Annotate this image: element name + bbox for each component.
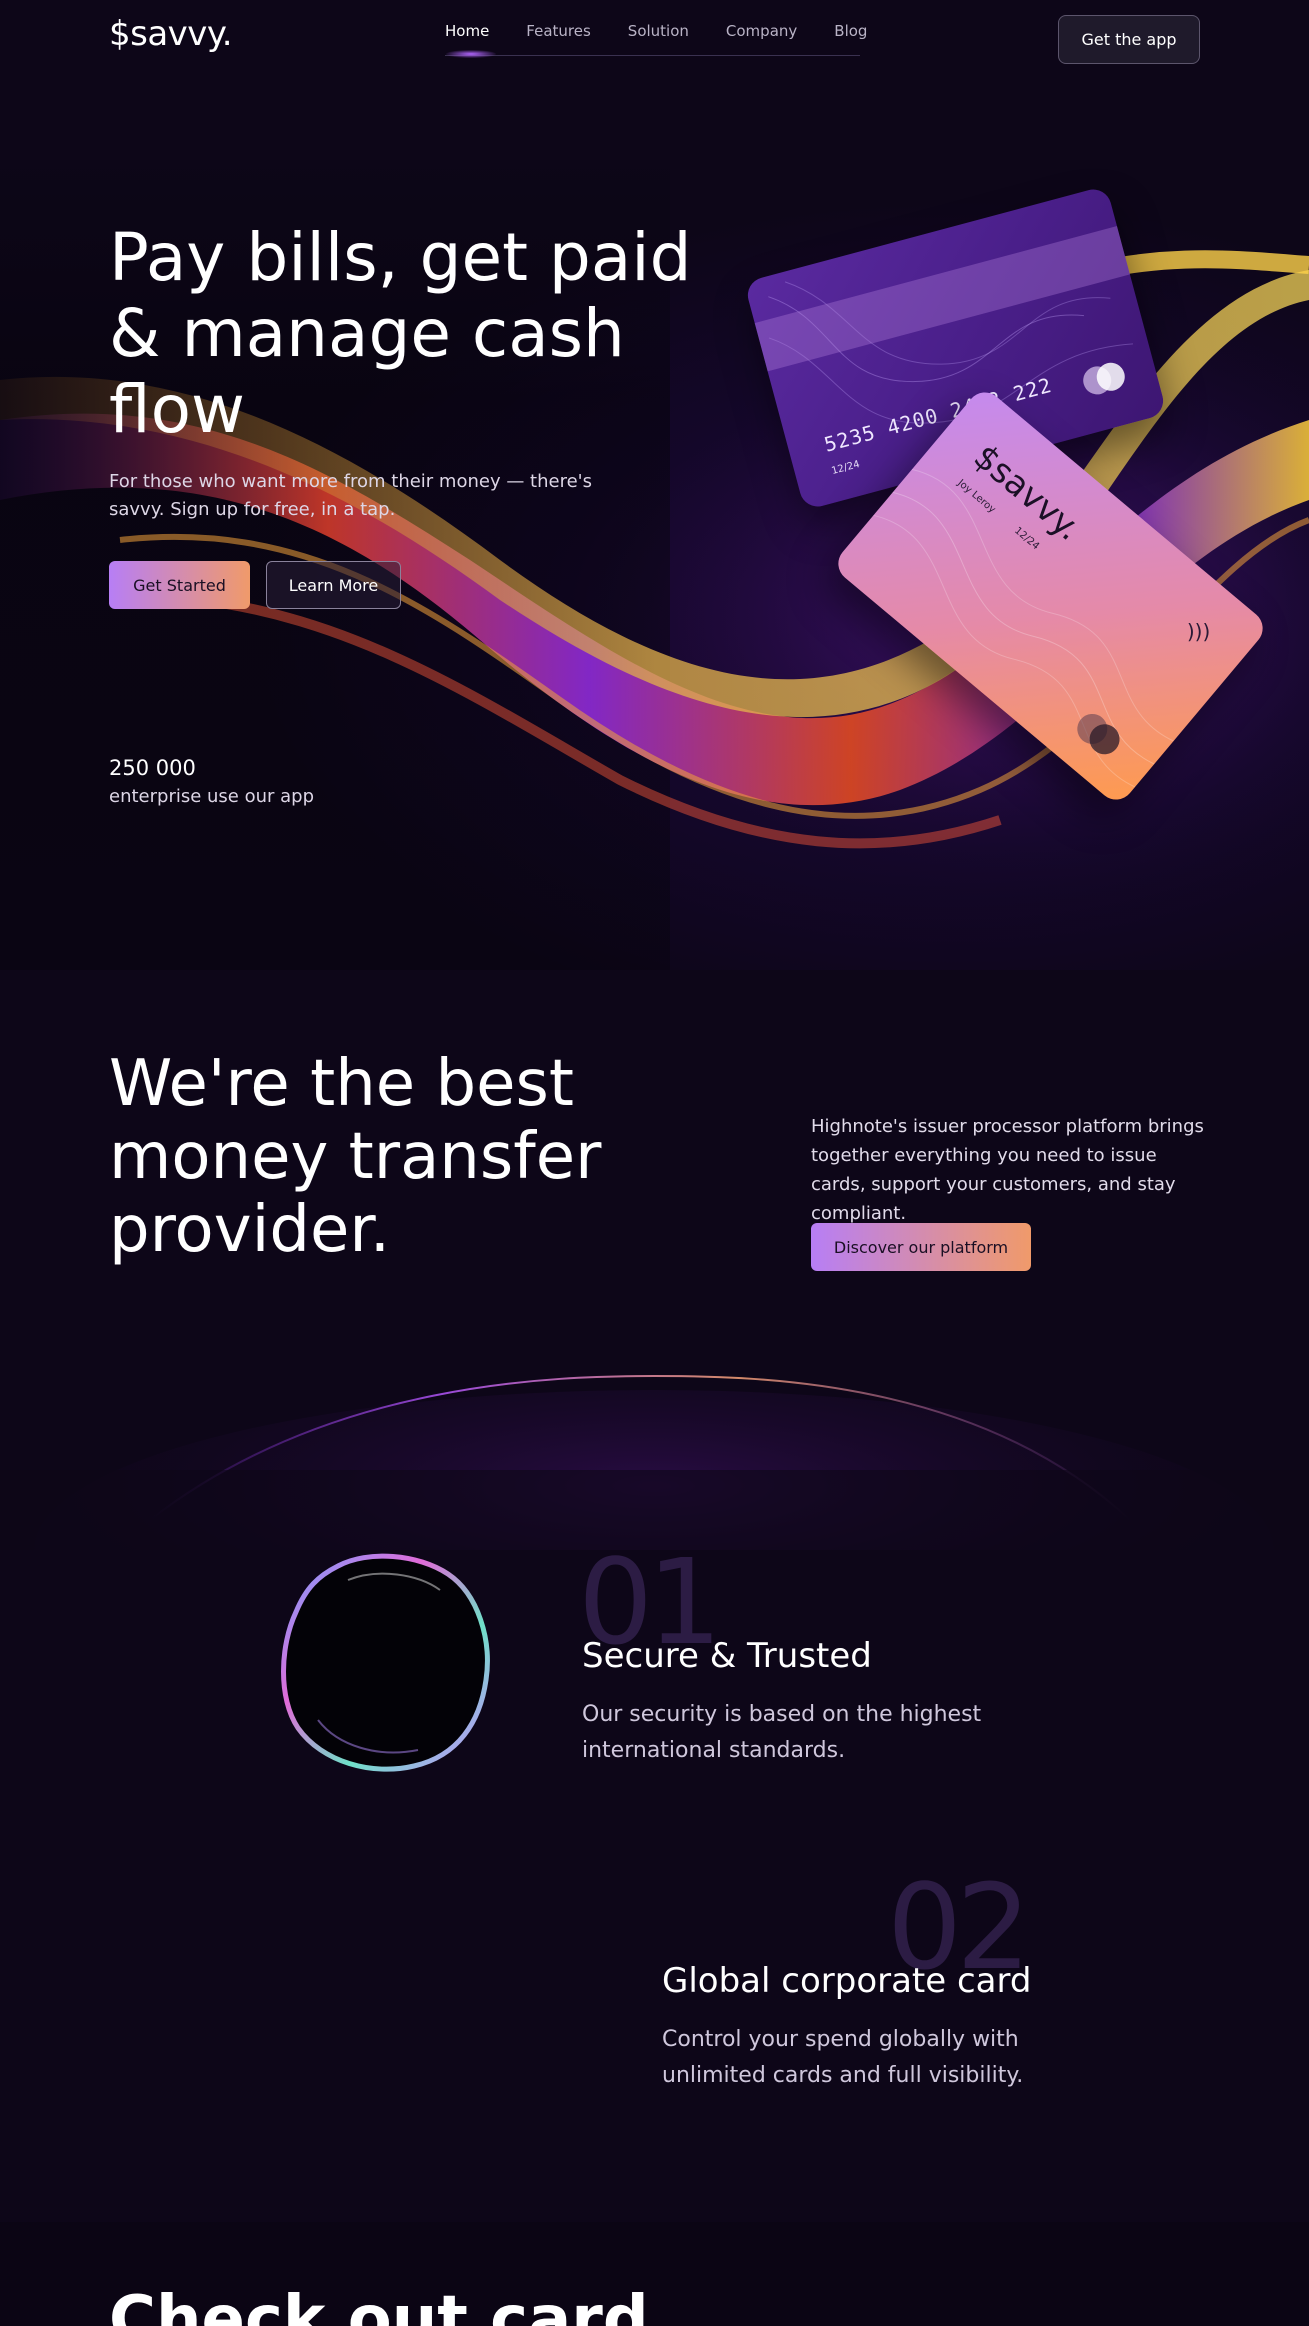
feature-description: Our security is based on the highest int… (582, 1702, 982, 1763)
nav-blog[interactable]: Blog (834, 22, 867, 40)
top-navigation: $savvy. Home Features Solution Company B… (0, 0, 1309, 80)
hero-section: 5235 4200 2432 222 12/24 $savvy. Joy Ler… (0, 0, 1309, 970)
hero-subtitle: For those who want more from their money… (109, 471, 592, 520)
learn-more-button[interactable]: Learn More (266, 561, 401, 609)
stat-value: 250 000 (109, 756, 196, 780)
glass-blob-graphic (281, 1553, 490, 1772)
contactless-icon: ))) (1186, 619, 1211, 644)
nav-features[interactable]: Features (526, 22, 591, 40)
nav-company[interactable]: Company (726, 22, 797, 40)
active-indicator (446, 50, 496, 58)
logo[interactable]: $savvy. (109, 14, 233, 54)
nav-solution[interactable]: Solution (628, 22, 689, 40)
about-text: Highnote's issuer processor platform bri… (811, 1116, 1204, 1224)
stat-label: enterprise use our app (109, 786, 315, 807)
cards-section-title: Check out card (109, 2283, 649, 2326)
about-title: We're the best money transfer provider. (109, 1047, 602, 1267)
get-app-button[interactable]: Get the app (1058, 15, 1200, 64)
feature-description: Control your spend globally with unlimit… (662, 2027, 1024, 2088)
discover-platform-button[interactable]: Discover our platform (811, 1223, 1031, 1271)
feature-title: Secure & Trusted (582, 1636, 872, 1676)
menu-underline (445, 55, 860, 56)
horizon-arc (0, 1374, 1309, 1550)
hero-title: Pay bills, get paid & manage cash flow (109, 219, 692, 448)
nav-home[interactable]: Home (445, 22, 489, 40)
landing-page: 5235 4200 2432 222 12/24 $savvy. Joy Ler… (0, 0, 1309, 2326)
main-menu: Home Features Solution Company Blog (445, 22, 867, 40)
get-started-button[interactable]: Get Started (109, 561, 250, 609)
feature-title: Global corporate card (662, 1961, 1032, 2001)
